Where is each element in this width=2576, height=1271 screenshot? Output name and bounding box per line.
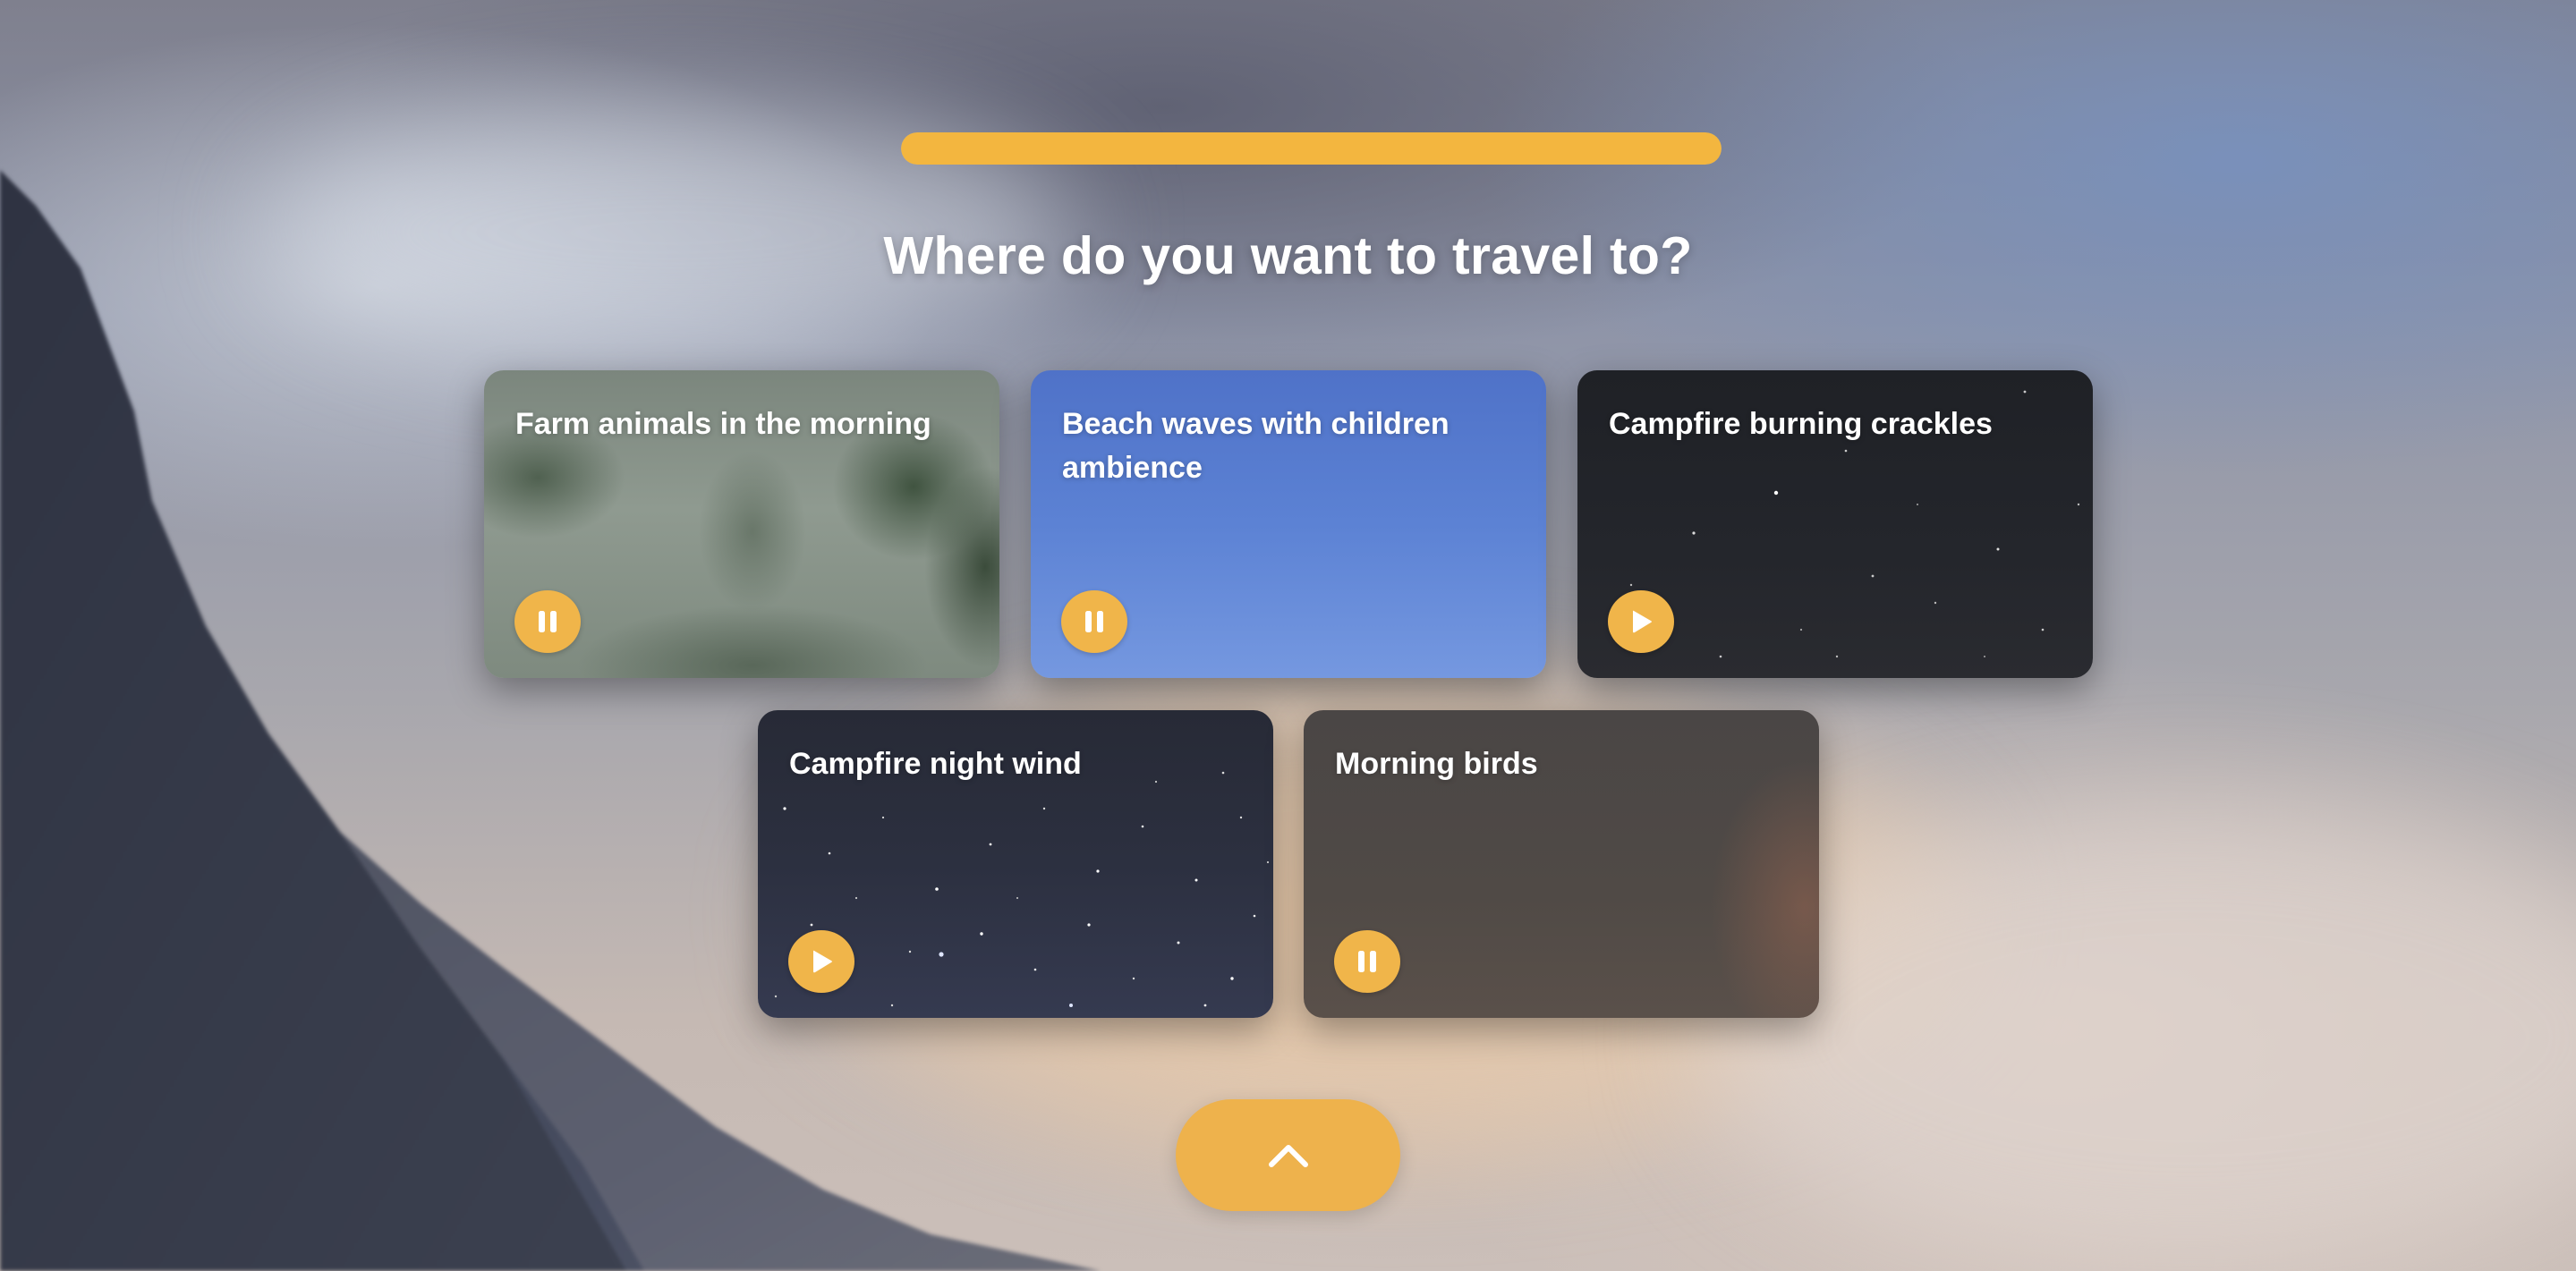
chevron-up-icon [1268, 1144, 1308, 1167]
sound-card-campfire-crackles[interactable]: Campfire burning crackles [1577, 370, 2093, 678]
pause-button[interactable] [514, 590, 581, 653]
card-title: Campfire night wind [789, 747, 1082, 781]
progress-bar-fill [901, 132, 1722, 165]
pause-icon [539, 611, 557, 632]
play-icon [813, 950, 832, 973]
play-button[interactable] [788, 930, 854, 993]
play-icon [1633, 610, 1652, 633]
scroll-up-button[interactable] [1176, 1099, 1400, 1211]
pause-icon [1085, 611, 1103, 632]
sound-card-campfire-night-wind[interactable]: Campfire night wind [758, 710, 1273, 1018]
card-title: Beach waves with children ambience [1062, 407, 1450, 485]
sound-card-farm-animals[interactable]: Farm animals in the morning [484, 370, 999, 678]
card-title: Morning birds [1335, 747, 1538, 781]
sound-card-beach-waves[interactable]: Beach waves with children ambience [1031, 370, 1546, 678]
page-title: Where do you want to travel to? [883, 226, 1693, 285]
progress-bar [901, 132, 1722, 165]
sound-card-morning-birds[interactable]: Morning birds [1304, 710, 1819, 1018]
card-title: Campfire burning crackles [1609, 407, 1993, 441]
play-button[interactable] [1608, 590, 1674, 653]
pause-button[interactable] [1334, 930, 1400, 993]
pause-icon [1358, 951, 1376, 972]
pause-button[interactable] [1061, 590, 1127, 653]
card-title: Farm animals in the morning [515, 407, 931, 441]
